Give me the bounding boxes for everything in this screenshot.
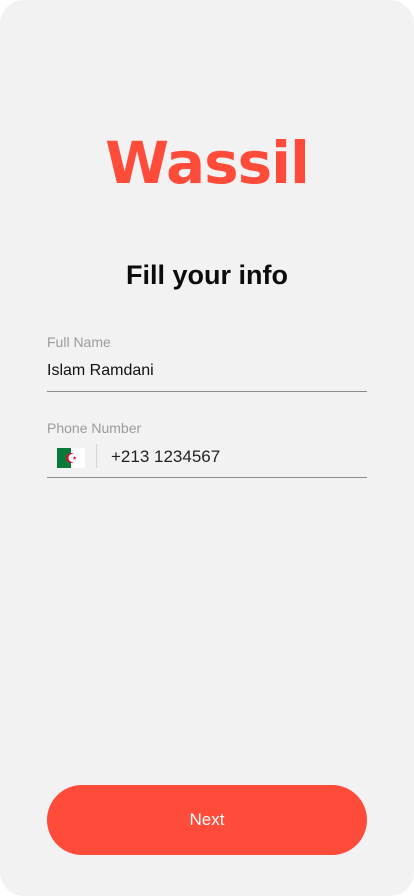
full-name-field: Full Name	[47, 333, 367, 392]
fill-info-screen: Wassil Fill your info Full Name Phone Nu…	[0, 0, 414, 896]
algeria-flag-icon	[57, 448, 85, 468]
country-code-selector[interactable]	[57, 448, 85, 468]
phone-number-input[interactable]	[111, 447, 361, 467]
wassil-logo: Wassil	[105, 129, 310, 197]
phone-number-field: Phone Number	[47, 419, 367, 478]
page-title: Fill your info	[126, 260, 288, 290]
next-button[interactable]: Next	[47, 785, 367, 855]
full-name-input[interactable]	[47, 361, 367, 381]
phone-number-label: Phone Number	[47, 420, 142, 436]
phone-divider	[96, 444, 97, 468]
full-name-label: Full Name	[47, 334, 111, 350]
